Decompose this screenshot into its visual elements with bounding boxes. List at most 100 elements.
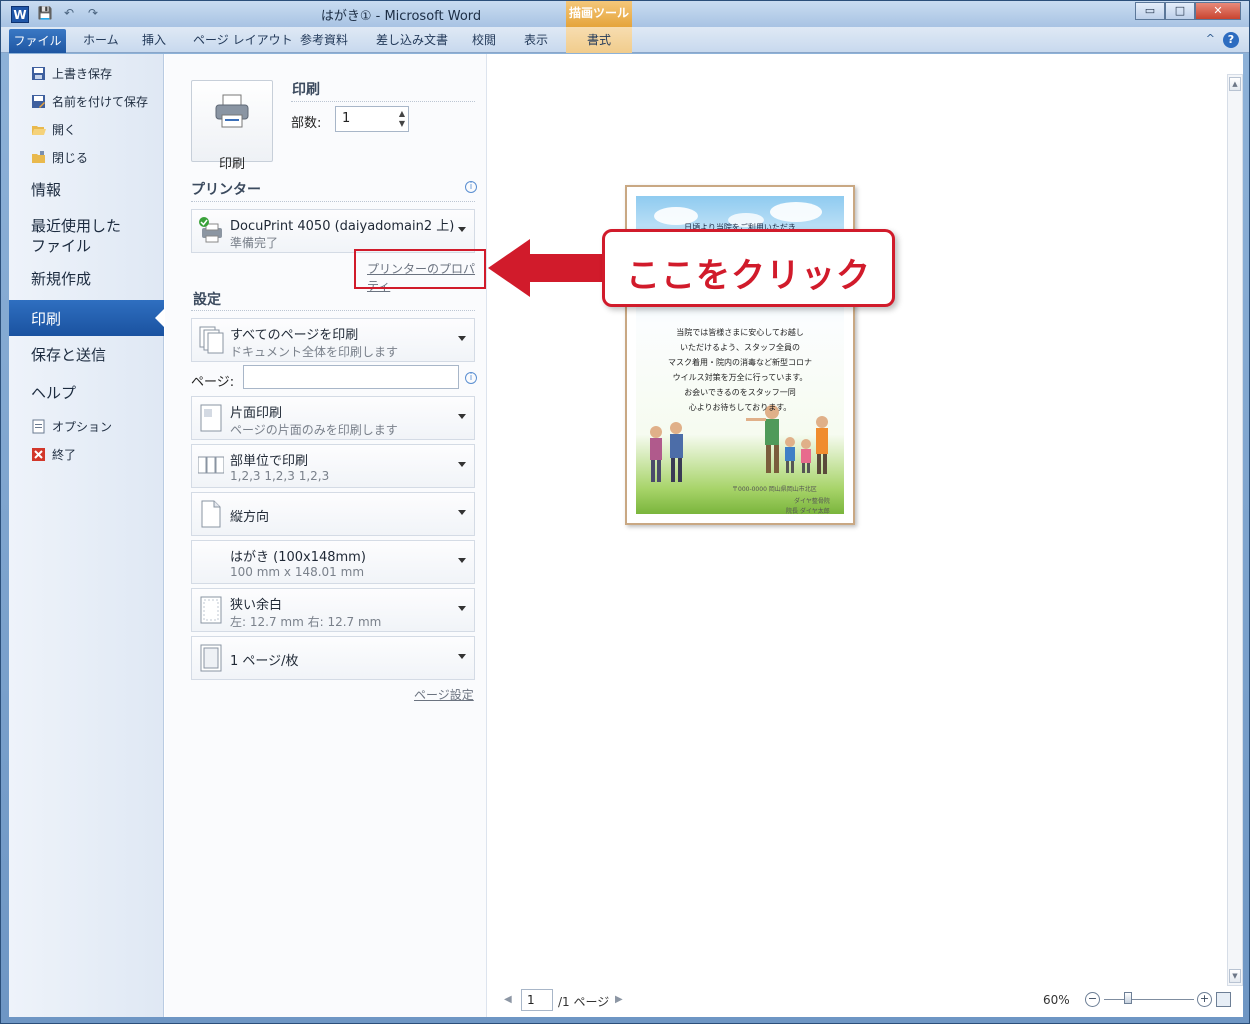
tab-file[interactable]: ファイル (9, 29, 66, 53)
help-icon[interactable]: ? (1223, 32, 1239, 48)
collate-icon (198, 456, 224, 474)
settings-section-title: 設定 (193, 292, 221, 308)
tab-references[interactable]: 参考資料 (300, 31, 348, 48)
postcard-address: 〒000-0000 岡山県岡山市北区 (732, 486, 817, 493)
orientation-dropdown[interactable]: 縦方向 (191, 492, 475, 536)
page-total: /1 ページ (558, 995, 610, 1009)
minimize-button[interactable]: ▭ (1135, 2, 1165, 20)
print-preview-pane: ▲ ▼ 日頃より当院をご利用いただき 当院では皆様さまに安心してお越し いただけ… (488, 54, 1243, 1017)
annotation-arrow-icon (488, 239, 530, 297)
zoom-slider-track[interactable] (1104, 999, 1194, 1000)
nav-print-selected[interactable]: 印刷 (9, 300, 165, 336)
scroll-down-icon[interactable]: ▼ (1229, 969, 1241, 983)
nav-open-label: 開く (52, 122, 77, 137)
tab-home[interactable]: ホーム (83, 31, 119, 48)
postcard-line: 心よりお待ちしております。 (688, 403, 792, 412)
nav-save[interactable]: 上書き保存 (31, 63, 112, 83)
one-sided-icon (200, 404, 222, 432)
orientation-main: 縦方向 (230, 510, 270, 525)
nav-open[interactable]: 開く (31, 119, 76, 139)
copies-stepper[interactable]: 1 ▲ ▼ (335, 106, 409, 132)
nav-recent[interactable]: 最近使用した ファイル (31, 216, 121, 256)
ribbon-tabs: ファイル ホーム 挿入 ページ レイアウト 参考資料 差し込み文書 校閲 表示 … (1, 27, 1249, 53)
selection-arrow-icon (155, 308, 165, 328)
nav-close[interactable]: 閉じる (31, 147, 88, 167)
paper-size-dropdown[interactable]: はがき (100x148mm) 100 mm x 148.01 mm (191, 540, 475, 584)
zoom-in-icon[interactable]: + (1197, 992, 1212, 1007)
pages-input[interactable] (243, 365, 459, 389)
print-section-title: 印刷 (292, 82, 320, 98)
copies-label: 部数: (291, 116, 322, 131)
postcard-line: いただけるよう、スタッフ全員の (680, 343, 800, 352)
nav-save-as[interactable]: 名前を付けて保存 (31, 91, 148, 111)
tab-review[interactable]: 校閲 (472, 31, 496, 48)
printer-separator (191, 201, 475, 202)
nav-new[interactable]: 新規作成 (31, 269, 91, 289)
page-setup-link[interactable]: ページ設定 (414, 686, 474, 703)
tab-page-layout[interactable]: ページ レイアウト (193, 31, 293, 48)
nav-exit[interactable]: 終了 (31, 444, 76, 464)
settings-separator (191, 310, 475, 311)
chevron-down-icon (458, 606, 466, 611)
print-button-label: 印刷 (218, 157, 245, 172)
print-settings-pane: 印刷 印刷 部数: 1 ▲ ▼ プリンター i DocuPrint 4050 (… (165, 54, 487, 1017)
pages-label: ページ: (191, 375, 235, 390)
sides-sub: ページの片面のみを印刷します (230, 423, 398, 437)
chevron-down-icon (458, 558, 466, 563)
printer-status-icon (199, 217, 222, 243)
print-range-dropdown[interactable]: すべてのページを印刷 ドキュメント全体を印刷します (191, 318, 475, 362)
maximize-button[interactable]: □ (1165, 2, 1195, 20)
postcard-line: 当院では皆様さまに安心してお越し (676, 328, 804, 337)
printer-status: 準備完了 (230, 236, 279, 250)
postcard-clinic-name: ダイヤ整骨院 (794, 498, 830, 505)
options-icon (32, 419, 45, 433)
print-button[interactable]: 印刷 (191, 80, 273, 172)
save-as-icon (32, 94, 45, 108)
collapse-ribbon-icon[interactable]: ^ (1206, 32, 1215, 48)
nav-save-as-label: 名前を付けて保存 (52, 94, 149, 109)
nav-exit-label: 終了 (52, 447, 77, 462)
nav-help[interactable]: ヘルプ (31, 383, 76, 403)
tab-view[interactable]: 表示 (524, 31, 548, 48)
nav-info[interactable]: 情報 (31, 180, 61, 200)
zoom-to-page-icon[interactable] (1216, 992, 1231, 1007)
copies-value: 1 (342, 111, 351, 126)
pages-per-sheet-icon (200, 644, 222, 672)
zoom-level[interactable]: 60% (1043, 993, 1070, 1007)
nav-options[interactable]: オプション (31, 416, 112, 436)
scroll-up-icon[interactable]: ▲ (1229, 77, 1241, 91)
copies-spin-arrows-icon[interactable]: ▲ ▼ (399, 109, 405, 129)
printer-dropdown[interactable]: DocuPrint 4050 (daiyadomain2 上) 準備完了 (191, 209, 475, 253)
collate-main: 部単位で印刷 (230, 454, 309, 469)
chevron-down-icon (458, 654, 466, 659)
paper-size-sub: 100 mm x 148.01 mm (230, 565, 365, 579)
exit-icon (32, 447, 45, 461)
pages-per-sheet-main: 1 ページ/枚 (230, 654, 299, 669)
portrait-icon (201, 500, 221, 528)
tab-format[interactable]: 書式 (566, 27, 632, 53)
postcard-line: ウイルス対策を万全に行っています。 (672, 373, 808, 382)
pages-info-icon[interactable]: i (465, 372, 477, 384)
pages-per-sheet-dropdown[interactable]: 1 ページ/枚 (191, 636, 475, 680)
margins-dropdown[interactable]: 狭い余白 左: 12.7 mm 右: 12.7 mm (191, 588, 475, 632)
printer-info-icon[interactable]: i (465, 181, 477, 193)
sides-dropdown[interactable]: 片面印刷 ページの片面のみを印刷します (191, 396, 475, 440)
page-number-input[interactable]: 1 (521, 989, 553, 1011)
chevron-down-icon (458, 227, 466, 232)
margins-icon (200, 596, 222, 624)
printer-section-title: プリンター (191, 182, 261, 198)
sides-main: 片面印刷 (230, 406, 283, 421)
previous-page-icon[interactable]: ◀ (504, 994, 512, 1005)
next-page-icon[interactable]: ▶ (615, 994, 623, 1005)
nav-save-send[interactable]: 保存と送信 (31, 345, 106, 365)
close-button[interactable]: ✕ (1195, 2, 1241, 20)
zoom-slider-thumb[interactable] (1124, 992, 1132, 1004)
tab-insert[interactable]: 挿入 (142, 31, 166, 48)
collate-dropdown[interactable]: 部単位で印刷 1,2,3 1,2,3 1,2,3 (191, 444, 475, 488)
preview-scrollbar[interactable]: ▲ ▼ (1227, 74, 1243, 986)
print-range-sub: ドキュメント全体を印刷します (230, 345, 399, 359)
contextual-group-label: 描画ツール (566, 1, 632, 27)
print-range-main: すべてのページを印刷 (230, 328, 359, 343)
tab-mailings[interactable]: 差し込み文書 (376, 31, 448, 48)
zoom-out-icon[interactable]: − (1085, 992, 1100, 1007)
